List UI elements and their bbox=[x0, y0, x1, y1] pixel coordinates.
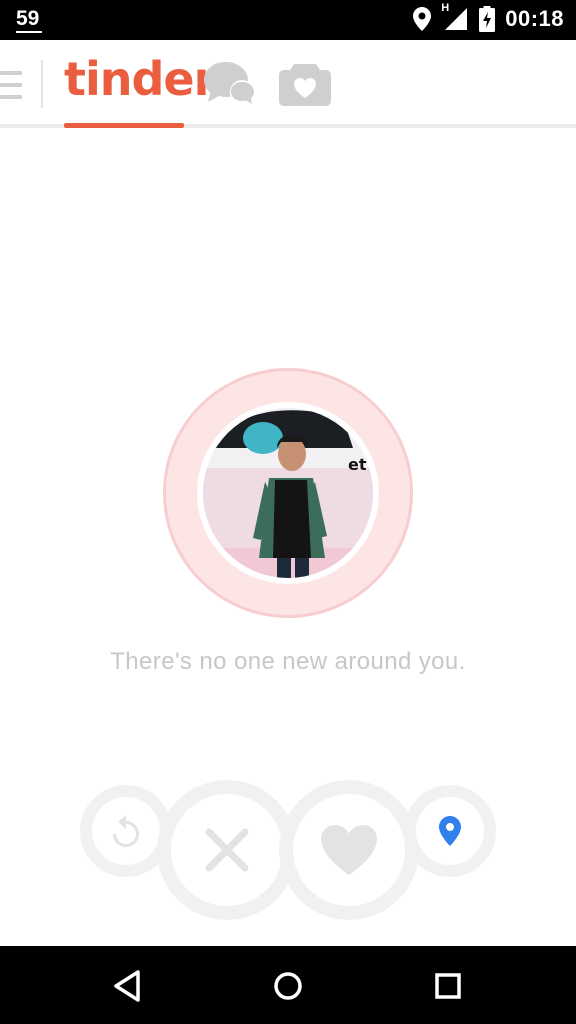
back-icon[interactable] bbox=[108, 966, 148, 1006]
status-icons: H 00:18 bbox=[413, 2, 564, 32]
notification-count: 59 bbox=[16, 7, 40, 30]
chat-bubbles-icon[interactable] bbox=[202, 60, 258, 108]
avatar-photo: et bbox=[203, 408, 373, 578]
hamburger-menu-icon[interactable] bbox=[0, 71, 22, 99]
system-nav-bar bbox=[0, 946, 576, 1024]
rewind-icon bbox=[113, 815, 139, 847]
location-pin-icon bbox=[439, 816, 461, 846]
location-button[interactable] bbox=[416, 797, 484, 865]
logo-text: tinder bbox=[64, 52, 216, 106]
status-bar: 59 H 00:18 bbox=[0, 0, 576, 40]
tab-discovery[interactable]: tinder bbox=[56, 52, 216, 128]
location-status-icon bbox=[413, 7, 432, 31]
tinder-logo: tinder bbox=[64, 52, 216, 106]
recents-icon[interactable] bbox=[428, 966, 468, 1006]
no-one-new-message: There's no one new around you. bbox=[110, 648, 466, 675]
signal-status-icon: H bbox=[441, 2, 469, 32]
header-divider bbox=[41, 60, 43, 108]
app-header: tinder bbox=[0, 40, 576, 128]
like-button[interactable] bbox=[293, 794, 405, 906]
home-icon[interactable] bbox=[268, 966, 308, 1006]
clock: 00:18 bbox=[505, 6, 564, 31]
rewind-button[interactable] bbox=[92, 797, 160, 865]
active-tab-indicator bbox=[64, 123, 184, 128]
heart-icon bbox=[321, 825, 377, 875]
x-icon bbox=[205, 828, 249, 872]
battery-charging-icon bbox=[479, 6, 496, 32]
user-avatar[interactable]: et bbox=[203, 408, 373, 578]
camera-heart-icon[interactable] bbox=[278, 60, 332, 108]
nope-button[interactable] bbox=[171, 794, 283, 906]
notification-underline bbox=[16, 31, 42, 33]
svg-text:et: et bbox=[348, 455, 367, 474]
